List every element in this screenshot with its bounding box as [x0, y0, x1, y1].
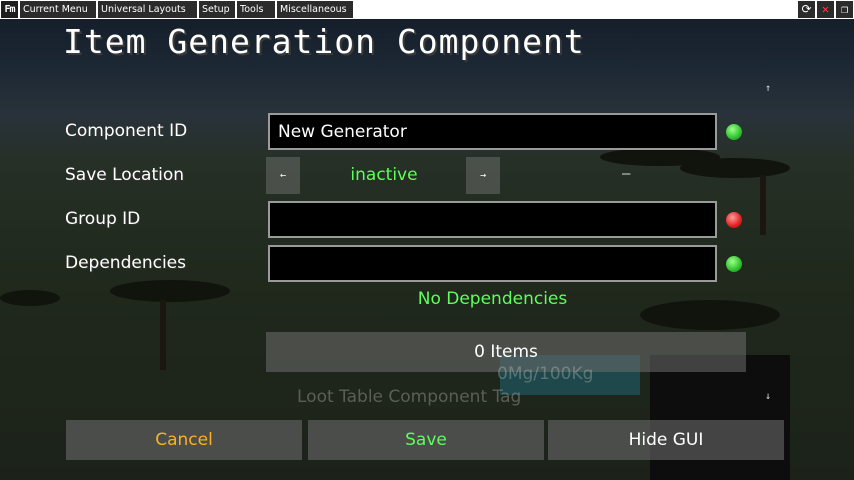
group-id-input[interactable]: [268, 201, 717, 238]
scroll-down-icon[interactable]: ↓: [765, 391, 771, 402]
dependencies-label: Dependencies: [65, 253, 186, 273]
save-location-prev-button[interactable]: ←: [266, 157, 300, 194]
save-location-dash: —: [622, 166, 631, 182]
weight-text: 0Mg/100Kg: [497, 364, 594, 384]
dependencies-input[interactable]: [268, 245, 717, 282]
component-id-label: Component ID: [65, 121, 188, 141]
game-background: [0, 0, 854, 480]
fm-logo[interactable]: Fm: [1, 1, 18, 18]
windowed-icon[interactable]: ❐: [836, 1, 853, 18]
component-id-input[interactable]: [268, 113, 717, 150]
menu-tools[interactable]: Tools: [237, 1, 275, 18]
loot-table-tag-text: Loot Table Component Tag: [297, 387, 522, 407]
menu-miscellaneous[interactable]: Miscellaneous: [277, 1, 353, 18]
page-title: Item Generation Component: [63, 22, 585, 61]
no-dependencies-text: No Dependencies: [417, 289, 568, 309]
save-location-label: Save Location: [65, 165, 185, 185]
group-id-label: Group ID: [65, 209, 141, 229]
menu-setup[interactable]: Setup: [199, 1, 235, 18]
save-button[interactable]: Save: [308, 420, 544, 460]
scroll-up-icon[interactable]: ↑: [765, 83, 771, 94]
group-id-status-icon: [726, 212, 742, 228]
dependencies-status-icon: [726, 256, 742, 272]
menu-universal-layouts[interactable]: Universal Layouts: [98, 1, 197, 18]
reload-icon[interactable]: ⟳: [798, 1, 815, 18]
cancel-button[interactable]: Cancel: [66, 420, 302, 460]
menu-current-menu[interactable]: Current Menu: [20, 1, 96, 18]
save-location-value: inactive: [350, 165, 418, 185]
component-id-status-icon: [726, 124, 742, 140]
close-icon[interactable]: ✕: [817, 1, 834, 18]
hide-gui-button[interactable]: Hide GUI: [548, 420, 784, 460]
top-menu-bar: Fm Current Menu Universal Layouts Setup …: [0, 0, 854, 19]
save-location-next-button[interactable]: →: [466, 157, 500, 194]
